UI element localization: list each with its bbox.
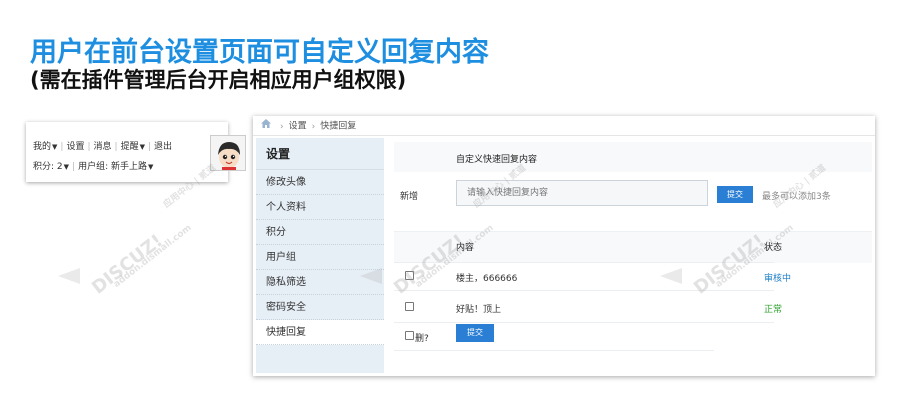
sidebar-item-usergroup[interactable]: 用户组 bbox=[256, 245, 384, 270]
delete-label: 删? bbox=[415, 334, 429, 344]
points-link[interactable]: 积分: 2▼ bbox=[33, 162, 69, 172]
usergroup-link[interactable]: 用户组: 新手上路▼ bbox=[78, 162, 153, 172]
settings-link[interactable]: 设置 bbox=[66, 142, 84, 152]
divider: | bbox=[114, 142, 118, 152]
breadcrumb: › 设置 › 快捷回复 bbox=[253, 116, 875, 136]
page-subtitle: (需在插件管理后台开启相应用户组权限) bbox=[30, 68, 407, 92]
caret-down-icon: ▼ bbox=[52, 143, 58, 151]
row-checkbox[interactable] bbox=[405, 302, 414, 311]
sidebar-heading: 设置 bbox=[256, 138, 384, 170]
column-header-content: 内容 bbox=[456, 243, 475, 253]
home-icon[interactable] bbox=[261, 116, 271, 136]
avatar[interactable] bbox=[210, 135, 246, 171]
quick-reply-panel: 自定义快速回复内容 新增 提交 最多可以添加3条 内容 状态 楼主，666666… bbox=[394, 138, 872, 373]
avatar-face-icon bbox=[211, 136, 245, 170]
table-row-content: 楼主，666666 bbox=[456, 274, 518, 284]
my-menu-link[interactable]: 我的▼ bbox=[33, 142, 57, 152]
caret-down-icon: ▼ bbox=[63, 163, 70, 171]
divider: | bbox=[87, 142, 91, 152]
status-badge: 正常 bbox=[764, 305, 783, 315]
column-header-status: 状态 bbox=[764, 243, 783, 253]
breadcrumb-settings[interactable]: 设置 bbox=[289, 122, 307, 132]
sidebar-item-points[interactable]: 积分 bbox=[256, 220, 384, 245]
sidebar-item-quick-reply[interactable]: 快捷回复 bbox=[256, 320, 384, 345]
row-divider bbox=[394, 322, 774, 323]
limit-hint: 最多可以添加3条 bbox=[762, 192, 831, 202]
caret-down-icon: ▼ bbox=[139, 143, 145, 151]
row-divider bbox=[394, 262, 774, 263]
watermark-site: addon.dismall.com bbox=[112, 223, 194, 290]
messages-link[interactable]: 消息 bbox=[94, 142, 112, 152]
section-title: 自定义快速回复内容 bbox=[456, 155, 538, 165]
sidebar-item-privacy[interactable]: 隐私筛选 bbox=[256, 270, 384, 295]
user-info-row: 积分: 2▼ | 用户组: 新手上路▼ bbox=[33, 159, 153, 172]
row-divider bbox=[394, 290, 774, 291]
breadcrumb-separator-icon: › bbox=[311, 121, 316, 132]
watermark-arrow-icon bbox=[58, 268, 80, 284]
row-checkbox[interactable] bbox=[405, 271, 414, 280]
breadcrumb-quick-reply[interactable]: 快捷回复 bbox=[320, 122, 356, 132]
divider: | bbox=[72, 162, 76, 172]
delete-submit-button[interactable]: 提交 bbox=[456, 324, 494, 342]
divider: | bbox=[60, 142, 64, 152]
sidebar-item-avatar[interactable]: 修改头像 bbox=[256, 170, 384, 195]
user-menu-row: 我的▼ | 设置 | 消息 | 提醒▼ | 退出 bbox=[33, 139, 172, 152]
row-divider bbox=[394, 350, 714, 351]
quick-reply-input[interactable] bbox=[456, 180, 708, 206]
table-row-content: 好贴！顶上 bbox=[456, 305, 502, 315]
user-bar-panel: 我的▼ | 设置 | 消息 | 提醒▼ | 退出 积分: 2▼ | 用户组: 新手上路▼ bbox=[26, 122, 246, 182]
sidebar: 设置 修改头像 个人资料 积分 用户组 隐私筛选 密码安全 快捷回复 bbox=[256, 138, 384, 373]
breadcrumb-separator-icon: › bbox=[280, 121, 284, 132]
new-label: 新增 bbox=[400, 192, 419, 202]
add-submit-button[interactable]: 提交 bbox=[717, 186, 753, 203]
sidebar-item-password[interactable]: 密码安全 bbox=[256, 295, 384, 320]
delete-all-checkbox[interactable] bbox=[405, 331, 414, 340]
sidebar-item-profile[interactable]: 个人资料 bbox=[256, 195, 384, 220]
status-badge: 审核中 bbox=[764, 274, 792, 284]
divider: | bbox=[147, 142, 152, 152]
reminders-link[interactable]: 提醒▼ bbox=[121, 142, 145, 152]
caret-down-icon: ▼ bbox=[147, 163, 154, 171]
watermark-brand: DISCUZ! bbox=[88, 230, 167, 299]
settings-window: › 设置 › 快捷回复 设置 修改头像 个人资料 积分 用户组 隐私筛选 密码安全 快… bbox=[253, 116, 875, 376]
logout-link[interactable]: 退出 bbox=[154, 142, 172, 152]
